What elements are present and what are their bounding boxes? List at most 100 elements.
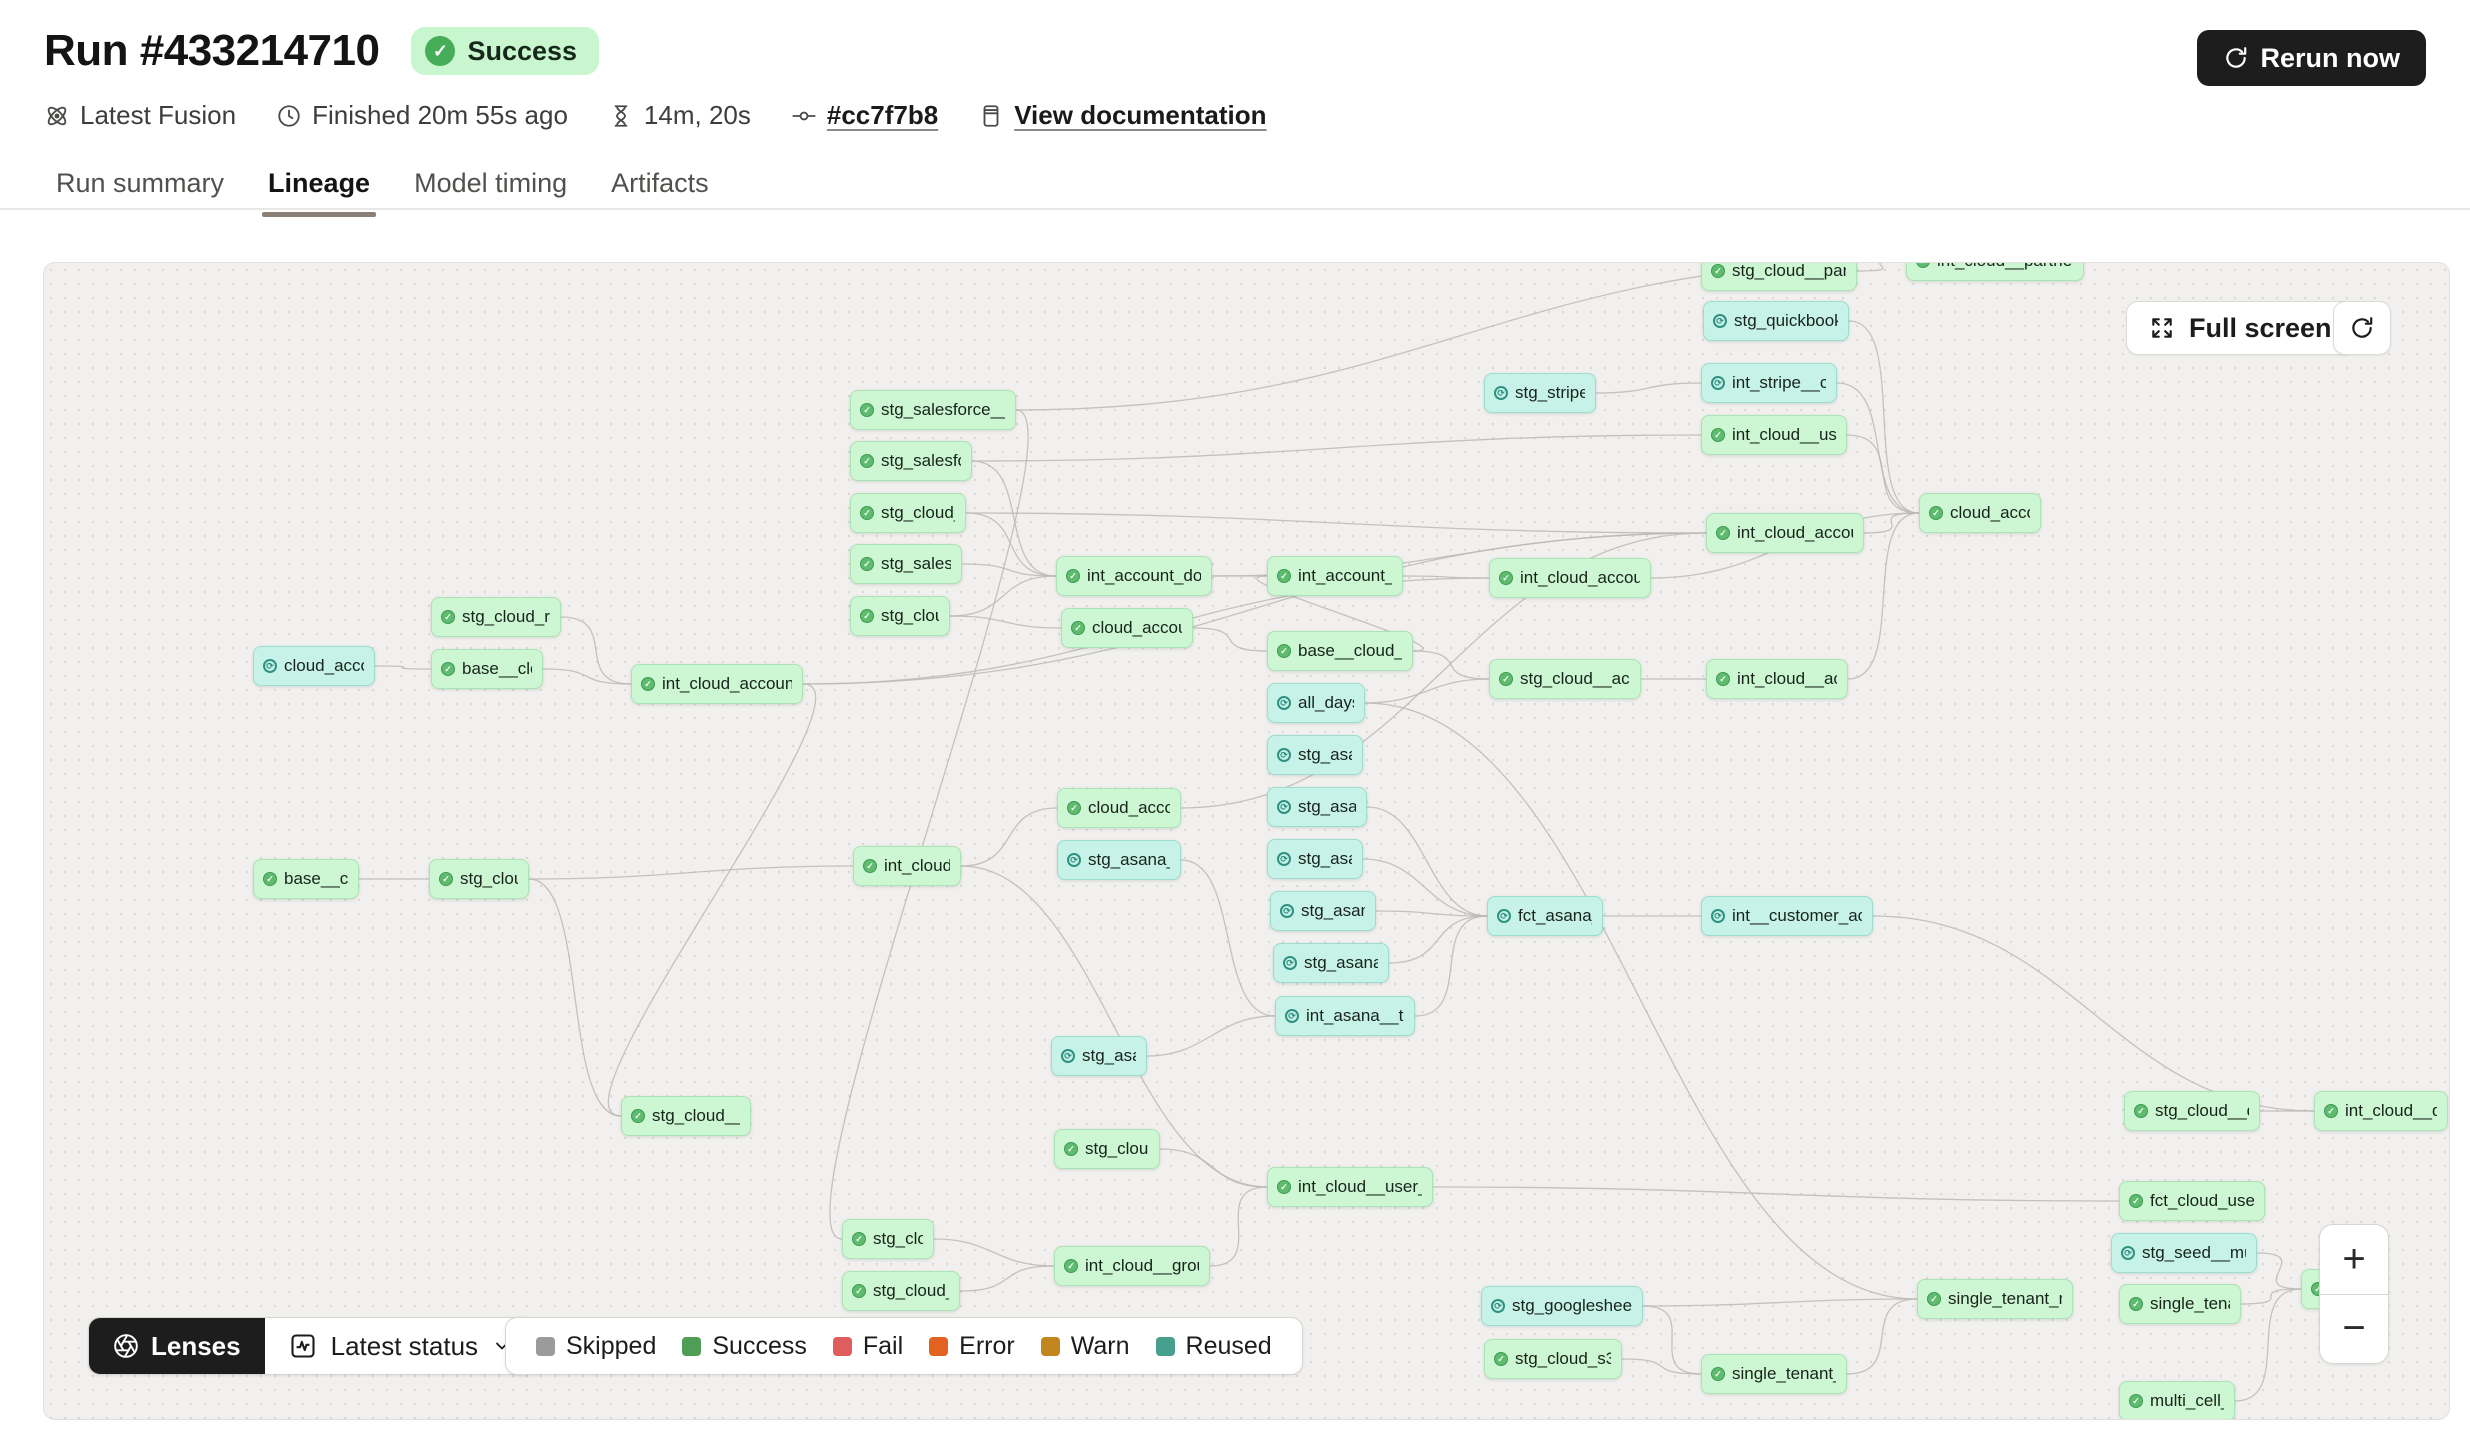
- lineage-node[interactable]: ⟳stg_asana__pr…: [1273, 943, 1389, 983]
- lineage-node[interactable]: ✓cloud_account…: [1057, 788, 1181, 828]
- lineage-node[interactable]: ✓stg_cloud__partner_c…: [1701, 262, 1857, 291]
- lineage-node[interactable]: ⟳cloud_account…: [253, 646, 375, 686]
- lineage-node[interactable]: ✓cloud_accounts_…: [1061, 608, 1193, 648]
- lineage-node[interactable]: ✓stg_cloud__email…: [621, 1096, 751, 1136]
- lineage-node[interactable]: ✓int_cloud__devel…: [2314, 1091, 2448, 1131]
- lineage-node[interactable]: ⟳stg_googlesheets__sin…: [1481, 1286, 1643, 1326]
- lineage-node[interactable]: ⟳stg_asana__tas…: [1057, 840, 1181, 880]
- lineage-node[interactable]: ⟳int__customer_account…: [1701, 896, 1873, 936]
- success-status-icon: ✓: [860, 454, 874, 468]
- lenses-bar: Lenses Latest status: [88, 1317, 537, 1375]
- lineage-edge: [972, 435, 1701, 461]
- reused-status-icon: ⟳: [1061, 1049, 1075, 1063]
- lineage-edge: [1415, 916, 1487, 1016]
- lineage-node[interactable]: ✓stg_cloud__us…: [1054, 1129, 1160, 1169]
- node-label: single_tenant_map…: [1732, 1364, 1836, 1384]
- node-label: base__cloud_…: [462, 659, 532, 679]
- lineage-node[interactable]: ⟳stg_quickbooks__a…: [1703, 301, 1849, 341]
- lineage-node[interactable]: ✓int_cloud_account__m…: [631, 664, 803, 704]
- lineage-node[interactable]: ✓stg_cloud__accounts…: [1489, 659, 1641, 699]
- lenses-button[interactable]: Lenses: [89, 1318, 265, 1374]
- lineage-node[interactable]: ⟳stg_asana__…: [1051, 1036, 1147, 1076]
- lineage-node[interactable]: ✓single_tenant_map…: [1701, 1354, 1847, 1394]
- success-status-icon: ✓: [1716, 672, 1730, 686]
- legend-swatch: [682, 1337, 701, 1356]
- view-documentation-link[interactable]: View documentation: [1014, 100, 1266, 131]
- lineage-node[interactable]: ✓cloud_account…: [1919, 493, 2041, 533]
- lineage-node[interactable]: ⟳stg_asana…: [1267, 735, 1363, 775]
- fullscreen-icon: [2149, 315, 2175, 341]
- lineage-node[interactable]: ✓base__cloud_…: [431, 649, 543, 689]
- legend-item-error: Error: [929, 1332, 1015, 1361]
- lineage-node[interactable]: ✓stg_cloud__…: [850, 596, 950, 636]
- node-label: all_days: [1298, 693, 1354, 713]
- lineage-node[interactable]: ✓multi_cell_m…: [2119, 1381, 2235, 1420]
- success-status-icon: ✓: [2129, 1394, 2143, 1408]
- rerun-now-button[interactable]: Rerun now: [2197, 30, 2427, 86]
- lineage-node[interactable]: ✓int_cloud_account_ma…: [1489, 558, 1651, 598]
- lineage-node[interactable]: ✓stg_cloud_…: [842, 1219, 934, 1259]
- lineage-node[interactable]: ✓int_cloud__group_per…: [1054, 1246, 1210, 1286]
- canvas-refresh-button[interactable]: [2333, 301, 2391, 355]
- lineage-node[interactable]: ✓int_cloud__user_group…: [1267, 1167, 1433, 1207]
- lineage-node[interactable]: ⟳fct_asana_proj…: [1487, 896, 1603, 936]
- lineage-node[interactable]: ✓int_cloud__accoun…: [1706, 659, 1848, 699]
- lineage-node[interactable]: ✓int_cloud_account_ma…: [1706, 513, 1864, 553]
- lineage-node[interactable]: ⟳stg_asana…: [1267, 839, 1363, 879]
- node-label: stg_stripe__c…: [1515, 383, 1585, 403]
- status-legend: SkippedSuccessFailErrorWarnReused: [505, 1317, 1303, 1375]
- lineage-node[interactable]: ✓single_tenant_mapp…: [1917, 1279, 2073, 1319]
- fullscreen-button[interactable]: Full screen: [2126, 301, 2355, 355]
- lineage-edge: [1596, 383, 1701, 393]
- node-label: stg_cloud__accounts…: [1520, 669, 1630, 689]
- lineage-node[interactable]: ✓stg_cloud__devel…: [2124, 1091, 2260, 1131]
- lineage-node[interactable]: ✓stg_salesforce__cloud_…: [850, 390, 1016, 430]
- lineage-node[interactable]: ✓int_cloud__partner_co…: [1906, 262, 2084, 281]
- lineage-node[interactable]: ⟳stg_stripe__c…: [1484, 373, 1596, 413]
- node-label: stg_cloud__group…: [873, 1281, 949, 1301]
- node-label: stg_cloud__us…: [1085, 1139, 1149, 1159]
- meta-fusion: Latest Fusion: [44, 100, 236, 131]
- refresh-icon: [2349, 315, 2375, 341]
- lineage-edge: [1210, 1187, 1267, 1266]
- lineage-node[interactable]: ✓int_cloud__us…: [853, 846, 961, 886]
- zoom-out-button[interactable]: −: [2320, 1294, 2388, 1364]
- node-label: cloud_account…: [1950, 503, 2030, 523]
- lineage-canvas[interactable]: ⟳cloud_account…✓stg_cloud_region…✓base__…: [43, 262, 2450, 1420]
- lineage-node[interactable]: ✓single_tenant_…: [2119, 1284, 2241, 1324]
- lineage-node[interactable]: ✓stg_cloud__…: [429, 859, 529, 899]
- zoom-in-button[interactable]: +: [2320, 1225, 2388, 1294]
- lineage-node[interactable]: ✓int_account_dom…: [1267, 556, 1403, 596]
- node-label: stg_cloud__partner_c…: [1732, 262, 1846, 281]
- meta-commit[interactable]: #cc7f7b8: [791, 100, 938, 131]
- lineage-node[interactable]: ✓base__clou…: [253, 859, 359, 899]
- lineage-node[interactable]: ✓int_account_domain…: [1056, 556, 1212, 596]
- node-label: fct_asana_proj…: [1518, 906, 1592, 926]
- node-label: single_tenant_…: [2150, 1294, 2230, 1314]
- lineage-node[interactable]: ✓stg_cloud_s3_singl…: [1484, 1339, 1622, 1379]
- lineage-node[interactable]: ⟳stg_asana_…: [1267, 787, 1367, 827]
- lineage-node[interactable]: ⟳all_days: [1267, 683, 1365, 723]
- node-label: int_stripe__custo…: [1732, 373, 1826, 393]
- lineage-node[interactable]: ⟳int_asana__task_s…: [1275, 996, 1415, 1036]
- lineage-node[interactable]: ⟳int_stripe__custo…: [1701, 363, 1837, 403]
- lens-selector[interactable]: Latest status: [265, 1318, 536, 1374]
- lineage-node[interactable]: ✓base__cloud_acco…: [1267, 631, 1413, 671]
- node-label: cloud_accounts_…: [1092, 618, 1182, 638]
- lineage-edge: [1837, 383, 1919, 513]
- lineage-node[interactable]: ✓stg_cloud_region…: [431, 597, 561, 637]
- lineage-node[interactable]: ✓stg_salesforce_…: [850, 441, 972, 481]
- reused-status-icon: ⟳: [1713, 314, 1727, 328]
- lineage-node[interactable]: ✓int_cloud__user_ac…: [1701, 415, 1847, 455]
- commit-link[interactable]: #cc7f7b8: [827, 100, 938, 131]
- lineage-node[interactable]: ⟳stg_seed__multireg…: [2111, 1233, 2257, 1273]
- lineage-node[interactable]: ✓fct_cloud_user_acc…: [2119, 1181, 2265, 1221]
- meta-docs[interactable]: View documentation: [978, 100, 1266, 131]
- lineage-node[interactable]: ✓stg_salesforce…: [850, 544, 962, 584]
- lineage-node[interactable]: ✓stg_cloud__group…: [842, 1271, 960, 1311]
- lineage-node[interactable]: ✓stg_cloud__us…: [850, 493, 966, 533]
- lineage-node[interactable]: ⟳stg_asana__…: [1270, 891, 1376, 931]
- legend-swatch: [536, 1337, 555, 1356]
- success-status-icon: ✓: [631, 1109, 645, 1123]
- lineage-edge: [966, 513, 1056, 576]
